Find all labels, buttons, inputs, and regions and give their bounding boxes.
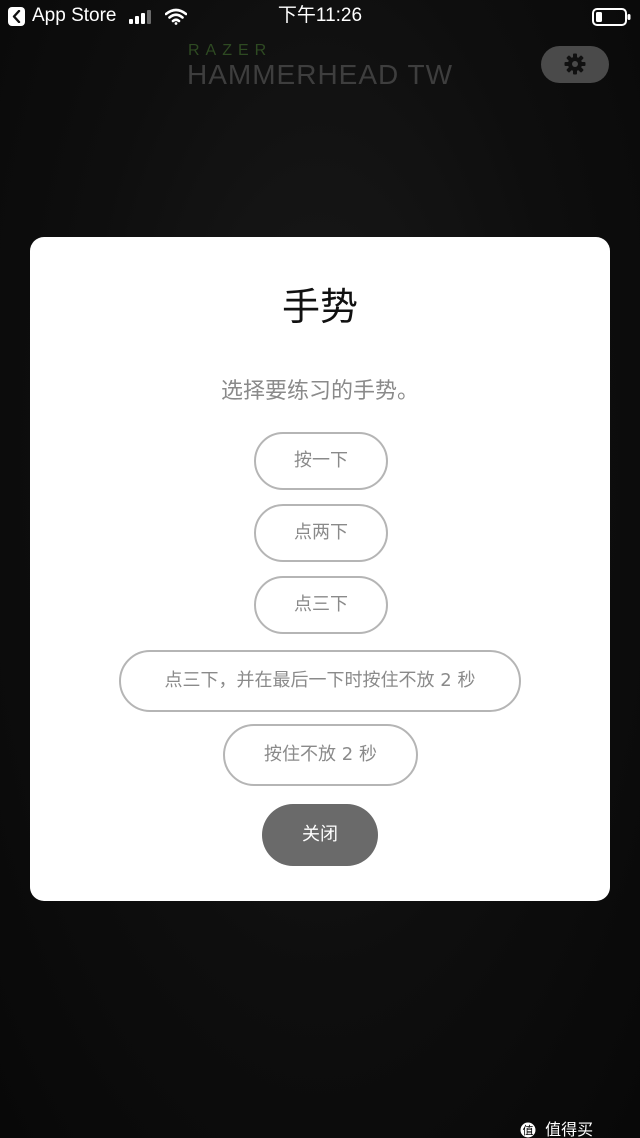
option-triple-press[interactable]: 点三下 bbox=[254, 576, 388, 634]
app-screen: App Store 下午11:26 RAZER HAMMERHEAD TW 手势… bbox=[0, 0, 640, 1138]
status-time: 下午11:26 bbox=[277, 5, 363, 26]
product-title: HAMMERHEAD TW bbox=[187, 59, 454, 90]
option-press-hold[interactable]: 按住不放 2 秒 bbox=[223, 724, 418, 786]
settings-button[interactable] bbox=[541, 46, 609, 83]
dialog-title: 手势 bbox=[281, 285, 358, 329]
option-triple-press-hold[interactable]: 点三下，并在最后一下时按住不放 2 秒 bbox=[119, 650, 521, 712]
site-logo-icon: 值 bbox=[520, 1122, 536, 1138]
status-bar: App Store 下午11:26 bbox=[0, 0, 640, 34]
svg-text:值: 值 bbox=[523, 1124, 534, 1137]
gear-icon bbox=[564, 53, 586, 75]
option-double-press[interactable]: 点两下 bbox=[254, 504, 388, 562]
dialog-subtitle: 选择要练习的手势。 bbox=[220, 379, 419, 404]
battery-icon bbox=[592, 8, 631, 26]
watermark: 值 值得买 bbox=[520, 1122, 593, 1138]
option-single-press[interactable]: 按一下 bbox=[254, 432, 388, 490]
close-button[interactable]: 关闭 bbox=[262, 804, 378, 866]
watermark-text: 值得买 bbox=[545, 1120, 594, 1138]
brand-logo-text: RAZER bbox=[188, 42, 273, 59]
gesture-dialog bbox=[30, 237, 610, 901]
